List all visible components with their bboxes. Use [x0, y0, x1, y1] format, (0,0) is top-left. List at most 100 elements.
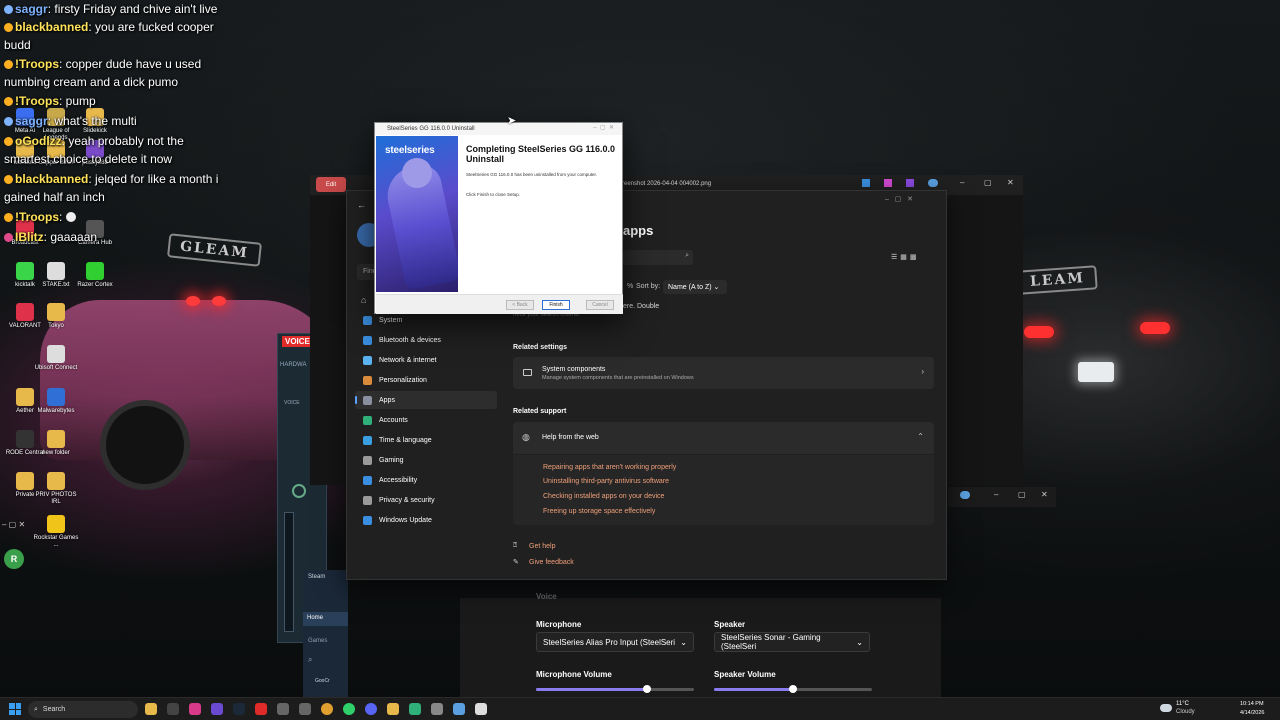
get-help-link[interactable]: Get help [529, 543, 555, 550]
nav-item-personalization[interactable]: Personalization [355, 371, 497, 389]
app-icon[interactable] [211, 703, 223, 715]
edit-button[interactable]: Edit [316, 177, 346, 192]
view-toggle-icons[interactable]: ☰▦▩ [891, 253, 920, 261]
steam-games[interactable]: Games [308, 638, 327, 644]
taskbar-search[interactable]: ⌕ Search [28, 701, 138, 718]
search-icon[interactable]: ⌕ [308, 655, 312, 665]
steam-icon[interactable] [233, 703, 245, 715]
folder-icon[interactable] [387, 703, 399, 715]
xbox-icon[interactable] [409, 703, 421, 715]
settings-icon[interactable] [431, 703, 443, 715]
ubisoft-icon [47, 345, 65, 363]
steam-game-item[interactable]: GooCr [315, 678, 330, 684]
microphone-volume-slider[interactable] [536, 685, 694, 693]
desktop-icon[interactable]: Malwarebytes [31, 388, 81, 415]
help-link[interactable]: Uninstalling third-party antivirus softw… [543, 478, 669, 485]
start-button[interactable] [9, 703, 21, 715]
discord-icon[interactable] [365, 703, 377, 715]
personalization-icon [363, 375, 372, 385]
instagram-icon[interactable] [189, 703, 201, 715]
system-components-desc: Manage system components that are preins… [542, 375, 694, 381]
search-icon: ⌕ [685, 252, 689, 259]
chess-icon[interactable] [277, 703, 289, 715]
youtube-icon[interactable] [255, 703, 267, 715]
back-arrow-icon[interactable]: ← [357, 200, 366, 210]
nav-item-windows-update[interactable]: Windows Update [355, 511, 497, 529]
microphone-select[interactable]: SteelSeries Alias Pro Input (SteelSeri ⌄ [536, 632, 694, 652]
time-language-icon [363, 435, 372, 445]
clip-icon[interactable] [299, 703, 311, 715]
snip-tool-icon[interactable] [884, 179, 892, 187]
help-link[interactable]: Checking installed apps on your device [543, 493, 664, 500]
maximize-icon[interactable]: ▢ [1018, 490, 1026, 499]
system-components-card[interactable]: System components Manage system componen… [513, 357, 934, 389]
desktop-icon[interactable]: Razer Cortex [70, 262, 120, 289]
snip-tool-icon[interactable] [928, 179, 938, 187]
search-apps-input[interactable]: ⌕ [623, 250, 693, 265]
nav-item-gaming[interactable]: Gaming [355, 451, 497, 469]
system-components-title: System components [542, 366, 606, 373]
help-from-web-header[interactable]: ◍ Help from the web ⌃ [513, 422, 934, 454]
desktop-icon[interactable]: Tokyo [31, 303, 81, 330]
window-controls[interactable]: – ▢ ✕ [885, 195, 913, 203]
nav-item-accounts[interactable]: Accounts [355, 411, 497, 429]
steam-home[interactable]: Home [303, 612, 348, 626]
snip-tool-icon[interactable] [906, 179, 914, 187]
sort-select[interactable]: Name (A to Z) ⌄ [663, 280, 727, 294]
nav-item-time-language[interactable]: Time & language [355, 431, 497, 449]
car-light [212, 296, 226, 306]
speaker-volume-slider[interactable] [714, 685, 872, 693]
help-link[interactable]: Repairing apps that aren't working prope… [543, 464, 676, 471]
desktop-icon[interactable]: Rockstar Games ... [31, 515, 81, 549]
desktop-icon[interactable]: PRIV PHOTOS IRL [31, 472, 81, 506]
nav-item-privacy-security[interactable]: Privacy & security [355, 491, 497, 509]
search-icon: ⌕ [34, 705, 38, 713]
nav-item-apps[interactable]: Apps [355, 391, 497, 409]
weather-desc[interactable]: Cloudy [1176, 709, 1195, 715]
steelseries-icon[interactable] [475, 703, 487, 715]
minimize-icon[interactable]: – [994, 490, 998, 499]
nav-item-label: Apps [379, 396, 395, 404]
level-meter [284, 512, 294, 632]
dialog-titlebar: SteelSeries GG 116.0.0 Uninstall – ▢ ✕ [375, 123, 622, 135]
nav-item-bluetooth-devices[interactable]: Bluetooth & devices [355, 331, 497, 349]
minimize-icon[interactable]: – [960, 178, 964, 187]
volume-knob[interactable] [292, 484, 306, 498]
maximize-icon[interactable]: ▢ [984, 178, 992, 187]
chat-message: blackbanned: you are fucked cooper budd [4, 20, 214, 52]
nav-item-network-internet[interactable]: Network & internet [355, 351, 497, 369]
bluetooth-icon [363, 335, 372, 345]
finish-button[interactable]: Finish [542, 300, 570, 310]
hardware-label: HARDWA [280, 362, 307, 368]
mini-window-controls[interactable]: – ▢ ✕ [2, 520, 25, 529]
avatar[interactable]: R [4, 549, 24, 569]
weather-temp[interactable]: 11°C [1176, 701, 1189, 707]
cancel-button[interactable]: Cancel [586, 300, 614, 310]
desktop-icon[interactable]: Ubisoft Connect [31, 345, 81, 372]
clock-time[interactable]: 10:14 PM [1240, 701, 1264, 707]
related-support-title: Related support [513, 408, 567, 415]
back-button[interactable]: < Back [506, 300, 534, 310]
help-from-web-title: Help from the web [542, 434, 599, 441]
help-link[interactable]: Freeing up storage space effectively [543, 508, 655, 515]
nav-item-label: Network & internet [379, 356, 437, 364]
snip-tool-icon[interactable] [862, 179, 870, 187]
close-icon[interactable]: ✕ [1041, 490, 1048, 499]
spotify-icon[interactable] [343, 703, 355, 715]
file-explorer-icon[interactable] [145, 703, 157, 715]
media-icon[interactable] [167, 703, 179, 715]
give-feedback-link[interactable]: Give feedback [529, 559, 574, 566]
speaker-select[interactable]: SteelSeries Sonar - Gaming (SteelSeri ⌄ [714, 632, 870, 652]
close-icon[interactable]: ✕ [1007, 178, 1014, 187]
feedback-icon: ✎ [513, 559, 519, 566]
home-icon[interactable]: ⌂ [361, 295, 366, 305]
voice-section-title: Voice [536, 592, 557, 601]
desktop-icon[interactable]: new folder [31, 430, 81, 457]
nav-item-accessibility[interactable]: Accessibility [355, 471, 497, 489]
filter-separator: % [627, 283, 634, 290]
nav-item-label: Gaming [379, 456, 404, 464]
clock-date[interactable]: 4/14/2026 [1240, 710, 1264, 716]
window-controls[interactable]: – ▢ ✕ [593, 124, 614, 131]
snip-icon[interactable] [453, 703, 465, 715]
chrome-icon[interactable] [321, 703, 333, 715]
